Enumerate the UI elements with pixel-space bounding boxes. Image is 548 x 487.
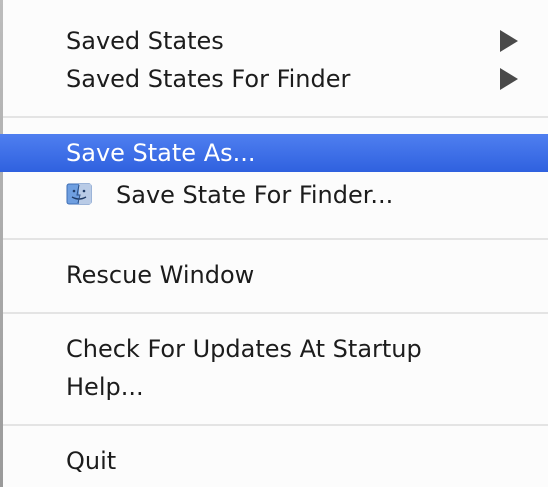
menu-item-label: Rescue Window bbox=[66, 261, 255, 289]
menu-separator bbox=[3, 424, 548, 426]
menu-item-label: Save State As... bbox=[66, 139, 256, 167]
menu-item-rescue-window[interactable]: Rescue Window bbox=[0, 256, 548, 294]
context-menu: Saved States Saved States For Finder Sav… bbox=[0, 0, 548, 487]
menu-separator bbox=[3, 238, 548, 240]
menu-item-save-state-as[interactable]: Save State As... bbox=[0, 134, 548, 172]
menu-item-label: Saved States For Finder bbox=[66, 65, 351, 93]
menu-item-label: Check For Updates At Startup bbox=[66, 335, 422, 363]
menu-item-quit[interactable]: Quit bbox=[0, 442, 548, 480]
menu-item-check-updates[interactable]: Check For Updates At Startup bbox=[0, 330, 548, 368]
menu-item-label: Quit bbox=[66, 447, 117, 475]
menu-item-label: Saved States bbox=[66, 27, 224, 55]
menu-item-label: Save State For Finder... bbox=[116, 181, 394, 209]
menu-item-help[interactable]: Help... bbox=[0, 368, 548, 406]
menu-item-label: Help... bbox=[66, 373, 144, 401]
menu-item-saved-states-finder[interactable]: Saved States For Finder bbox=[0, 60, 548, 98]
finder-icon bbox=[66, 183, 92, 205]
menu-item-saved-states[interactable]: Saved States bbox=[0, 22, 548, 60]
menu-separator bbox=[3, 116, 548, 118]
submenu-arrow-icon bbox=[500, 68, 518, 90]
menu-item-save-state-finder[interactable]: Save State For Finder... bbox=[0, 176, 548, 214]
submenu-arrow-icon bbox=[500, 30, 518, 52]
menu-separator bbox=[3, 312, 548, 314]
